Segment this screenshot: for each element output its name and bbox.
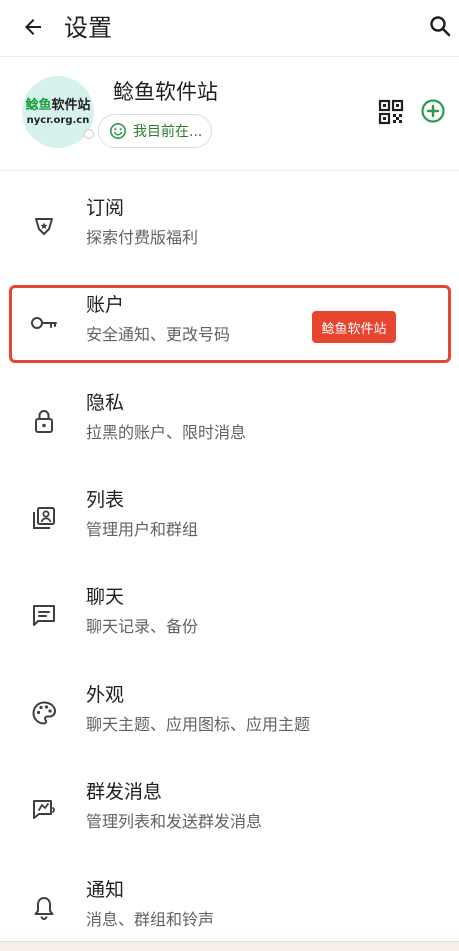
avatar-logo-text: 鲶鱼软件站 — [25, 97, 91, 113]
item-label: 隐私 — [86, 392, 125, 414]
watermark-badge: 鲶鱼软件站 — [312, 311, 396, 343]
profile-divider — [0, 170, 459, 171]
smiley-icon — [109, 122, 127, 140]
item-subtitle: 消息、群组和铃声 — [86, 910, 215, 929]
settings-item-broadcast[interactable]: 群发消息 管理列表和发送群发消息 — [0, 762, 459, 858]
item-label: 群发消息 — [86, 781, 163, 803]
qr-code-button[interactable] — [378, 99, 404, 125]
palette-icon — [30, 699, 58, 727]
item-subtitle: 聊天记录、备份 — [86, 617, 199, 636]
verified-badge-icon — [30, 212, 58, 240]
top-app-bar: 设置 — [0, 0, 459, 56]
add-account-button[interactable] — [420, 98, 446, 124]
item-label: 外观 — [86, 684, 125, 706]
item-label: 订阅 — [86, 197, 125, 219]
bottom-edge-strip — [0, 941, 459, 951]
status-chip[interactable]: 我目前在... — [98, 114, 212, 148]
settings-item-chats[interactable]: 聊天 聊天记录、备份 — [0, 567, 459, 663]
search-icon — [430, 16, 451, 37]
profile-section[interactable]: 鲶鱼软件站 nycr.org.cn 鲶鱼软件站 我目前在... — [0, 57, 459, 169]
broadcast-icon — [30, 796, 58, 824]
search-button[interactable] — [424, 10, 456, 42]
item-subtitle: 管理用户和群组 — [86, 520, 199, 539]
settings-item-lists[interactable]: 列表 管理用户和群组 — [0, 470, 459, 566]
item-subtitle: 探索付费版福利 — [86, 228, 199, 247]
item-subtitle: 聊天主题、应用图标、应用主题 — [86, 715, 311, 734]
settings-item-subscription[interactable]: 订阅 探索付费版福利 — [0, 178, 459, 274]
item-subtitle: 拉黑的账户、限时消息 — [86, 423, 247, 442]
avatar[interactable]: 鲶鱼软件站 nycr.org.cn — [22, 76, 94, 148]
item-label: 列表 — [86, 489, 125, 511]
item-label: 聊天 — [86, 586, 125, 608]
lock-icon — [30, 407, 58, 435]
status-text: 我目前在... — [133, 124, 203, 140]
settings-item-privacy[interactable]: 隐私 拉黑的账户、限时消息 — [0, 373, 459, 469]
add-circle-icon — [421, 99, 445, 123]
item-subtitle: 管理列表和发送群发消息 — [86, 812, 263, 831]
settings-item-appearance[interactable]: 外观 聊天主题、应用图标、应用主题 — [0, 665, 459, 761]
settings-item-notifications[interactable]: 通知 消息、群组和铃声 — [0, 860, 459, 951]
chat-icon — [30, 601, 58, 629]
arrow-back-icon — [25, 19, 41, 35]
bell-icon — [30, 894, 58, 922]
page-title: 设置 — [64, 14, 112, 42]
contact-list-icon — [30, 504, 58, 532]
profile-name: 鲶鱼软件站 — [113, 80, 218, 104]
back-button[interactable] — [18, 12, 48, 42]
item-label: 通知 — [86, 879, 125, 901]
avatar-status-dot — [84, 129, 94, 139]
avatar-logo-url: nycr.org.cn — [26, 114, 90, 126]
qr-code-icon — [378, 99, 404, 125]
